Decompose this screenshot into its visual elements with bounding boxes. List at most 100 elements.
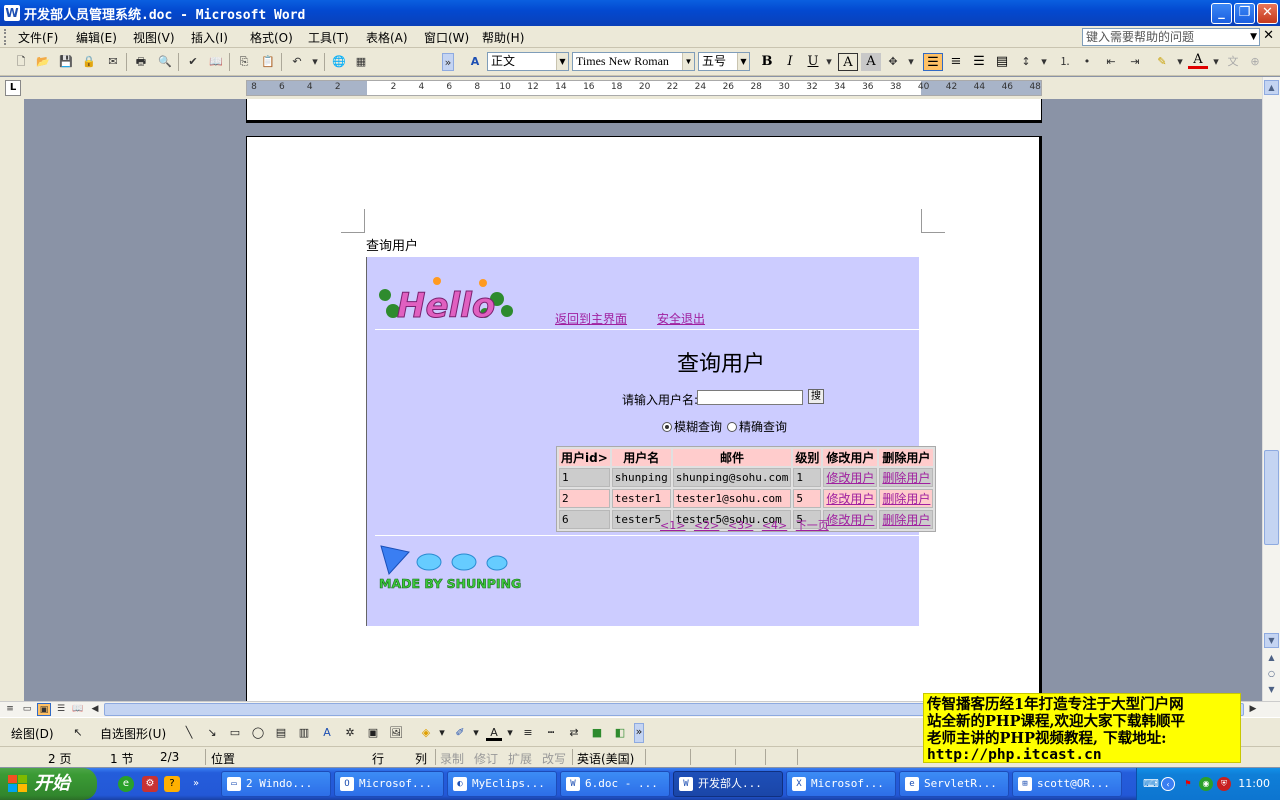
numbered-list-icon[interactable]: ⒈ (1056, 53, 1074, 71)
font-color-icon[interactable]: A (486, 725, 502, 741)
menu-view[interactable]: 视图(V) (133, 29, 175, 46)
line-style-icon[interactable]: ≡ (520, 725, 536, 741)
highlight-dropdown-icon[interactable]: ▾ (1171, 53, 1189, 71)
word-app-icon[interactable]: W (4, 5, 20, 21)
style-select[interactable]: 正文 ▼ (487, 52, 569, 71)
open-folder-icon[interactable]: 📂 (34, 53, 52, 71)
arrow-style-icon[interactable]: ⇄ (566, 725, 582, 741)
font-color-dropdown-icon[interactable]: ▾ (1207, 53, 1225, 71)
vertical-scrollbar[interactable]: ▲ ▼ ▲ ○ ▼ (1262, 77, 1280, 701)
security-icon[interactable]: ⛨ (1217, 777, 1231, 791)
start-button[interactable]: 开始 (0, 768, 97, 800)
dash-style-icon[interactable]: ┅ (543, 725, 559, 741)
quicklaunch-app-icon[interactable]: ⚙ (142, 776, 158, 792)
tray-expand-icon[interactable]: ‹ (1161, 777, 1175, 791)
align-center-button[interactable]: ≡ (946, 53, 966, 71)
line-spacing-dropdown-icon[interactable]: ▾ (1035, 53, 1053, 71)
font-size-select[interactable]: 五号 ▼ (698, 52, 750, 71)
menu-table[interactable]: 表格(A) (366, 29, 408, 46)
paste-icon[interactable]: 📋 (259, 53, 277, 71)
chevron-down-icon[interactable]: ▼ (737, 53, 749, 70)
flag-icon[interactable]: ⚑ (1181, 777, 1195, 791)
clipart-icon[interactable]: ▣ (365, 725, 381, 741)
normal-view-icon[interactable]: ≡ (3, 703, 17, 716)
chevron-down-icon[interactable]: ▼ (1250, 29, 1257, 45)
enclose-chars-icon[interactable]: ⊕ (1246, 53, 1264, 71)
hyperlink-icon[interactable]: 🌐 (330, 53, 348, 71)
decrease-indent-icon[interactable]: ⇤ (1102, 53, 1120, 71)
toolbar-overflow-icon[interactable]: » (442, 53, 454, 71)
reading-view-icon[interactable]: 📖 (71, 703, 85, 716)
scroll-thumb[interactable] (1264, 450, 1279, 545)
select-objects-icon[interactable]: ↖ (70, 725, 86, 741)
menu-file[interactable]: 文件(F) (18, 29, 58, 46)
minimize-button[interactable]: _ (1211, 3, 1232, 24)
menu-help[interactable]: 帮助(H) (482, 29, 524, 46)
status-extend[interactable]: 扩展 (508, 750, 532, 767)
wordart-icon[interactable]: A (319, 725, 335, 741)
spelling-icon[interactable]: ✔ (184, 53, 202, 71)
taskbar-item[interactable]: ⊞ scott@OR... (1012, 771, 1122, 797)
font-color-button[interactable]: A (1188, 53, 1208, 69)
taskbar-item[interactable]: ◐ MyEclips... (447, 771, 557, 797)
menu-window[interactable]: 窗口(W) (424, 29, 469, 46)
undo-dropdown-icon[interactable]: ▾ (306, 53, 324, 71)
bold-button[interactable]: B (757, 53, 777, 71)
line-spacing-icon[interactable]: ↕ (1017, 53, 1035, 71)
justify-button[interactable]: ▤ (992, 53, 1012, 71)
highlight-icon[interactable]: ✎ (1153, 53, 1171, 71)
phonetic-guide-icon[interactable]: 文 (1224, 53, 1242, 71)
prev-page-icon[interactable]: ▲ (1264, 651, 1279, 666)
char-shading-button[interactable]: A (861, 53, 881, 71)
web-view-icon[interactable]: ▭ (20, 703, 34, 716)
quicklaunch-help-icon[interactable]: ? (164, 776, 180, 792)
autoshapes-menu-button[interactable]: 自选图形(U) (100, 725, 166, 742)
taskbar-item[interactable]: e ServletR... (899, 771, 1009, 797)
email-icon[interactable]: ✉ (104, 53, 122, 71)
align-left-button[interactable]: ☰ (923, 53, 943, 71)
chevron-down-icon[interactable]: ▼ (556, 53, 568, 70)
copy-icon[interactable]: ⎘ (235, 53, 253, 71)
new-document-icon[interactable]: 🗋 (12, 53, 30, 71)
3d-style-icon[interactable]: ◧ (612, 725, 628, 741)
line-color-icon[interactable]: ✐ (452, 725, 468, 741)
scroll-right-icon[interactable]: ▶ (1246, 703, 1260, 716)
scroll-left-icon[interactable]: ◀ (88, 703, 102, 716)
browse-object-icon[interactable]: ○ (1264, 667, 1279, 682)
taskbar-item[interactable]: ▭ 2 Windo... (221, 771, 331, 797)
menu-edit[interactable]: 编辑(E) (76, 29, 117, 46)
keyboard-icon[interactable]: ⌨ (1143, 777, 1159, 791)
menu-format[interactable]: 格式(O) (250, 29, 293, 46)
line-color-dropdown-icon[interactable]: ▾ (468, 725, 484, 741)
save-icon[interactable]: 💾 (57, 53, 75, 71)
scroll-up-icon[interactable]: ▲ (1264, 80, 1279, 95)
taskbar-item[interactable]: O Microsof... (334, 771, 444, 797)
research-icon[interactable]: 📖 (207, 53, 225, 71)
drawbar-overflow-icon[interactable]: » (634, 723, 644, 743)
undo-icon[interactable]: ↶ (288, 53, 306, 71)
diagram-icon[interactable]: ✲ (342, 725, 358, 741)
status-record[interactable]: 录制 (440, 750, 464, 767)
insert-table-icon[interactable]: ▦ (352, 53, 370, 71)
menu-insert[interactable]: 插入(I) (191, 29, 228, 46)
status-track[interactable]: 修订 (474, 750, 498, 767)
text-box-icon[interactable]: ▤ (273, 725, 289, 741)
taskbar-item[interactable]: W 6.doc - ... (560, 771, 670, 797)
vertical-text-box-icon[interactable]: ▥ (296, 725, 312, 741)
italic-button[interactable]: I (780, 53, 800, 71)
align-right-button[interactable]: ☰ (969, 53, 989, 71)
scroll-down-icon[interactable]: ▼ (1264, 633, 1279, 648)
taskbar-item[interactable]: X Microsof... (786, 771, 896, 797)
shadow-style-icon[interactable]: ■ (589, 725, 605, 741)
fill-color-dropdown-icon[interactable]: ▾ (434, 725, 450, 741)
font-color-dropdown-icon[interactable]: ▾ (502, 725, 518, 741)
draw-menu-button[interactable]: 绘图(D) (11, 725, 54, 742)
print-preview-icon[interactable]: 🔍 (156, 53, 174, 71)
quicklaunch-expand-icon[interactable]: » (188, 776, 204, 792)
document-page[interactable]: 查询用户 Hello 返回到主界面 安全退出 查询用户 请输入用户名: 搜 模糊… (246, 136, 1042, 701)
font-select[interactable]: Times New Roman ▼ (572, 52, 695, 71)
rectangle-icon[interactable]: ▭ (227, 725, 243, 741)
increase-indent-icon[interactable]: ⇥ (1126, 53, 1144, 71)
help-question-input[interactable]: 键入需要帮助的问题 ▼ (1082, 28, 1260, 46)
char-scale-icon[interactable]: ✥ (884, 53, 902, 71)
